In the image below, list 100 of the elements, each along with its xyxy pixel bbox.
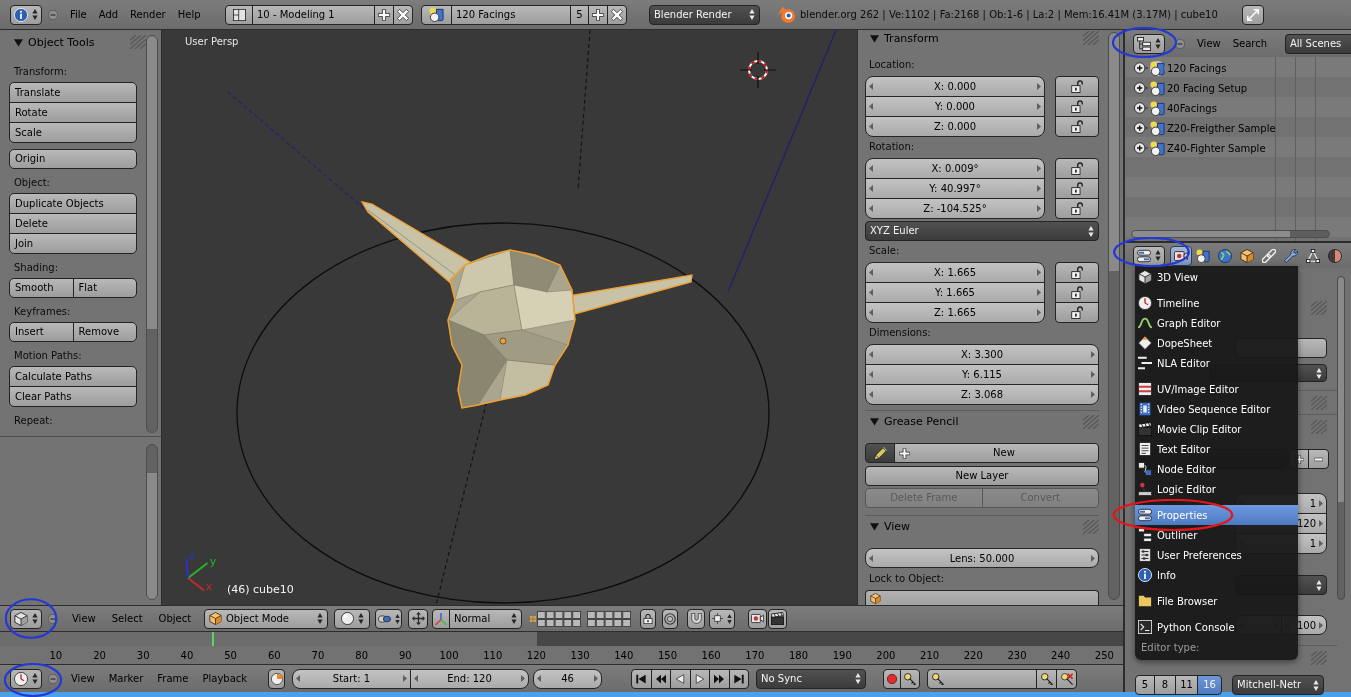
tool-button[interactable]: Insert — [9, 322, 74, 342]
render-engine-dropdown[interactable]: Blender Render — [649, 4, 760, 25]
scrollbar[interactable] — [146, 444, 158, 600]
draw-toggle[interactable] — [865, 443, 895, 463]
tool-button[interactable]: Rotate — [9, 102, 137, 123]
plus-circle-icon[interactable] — [1134, 81, 1148, 95]
outliner-row[interactable]: 40Facings — [1125, 98, 1221, 118]
editor-type-button[interactable] — [1133, 245, 1165, 266]
playback-button[interactable] — [709, 668, 730, 689]
manipulator-toggle[interactable] — [408, 608, 428, 629]
menu-item[interactable]: Frame — [150, 668, 196, 689]
tool-button[interactable]: Join — [9, 233, 137, 254]
plus-circle-icon[interactable] — [1134, 61, 1148, 75]
scrollbar[interactable] — [146, 35, 158, 433]
number-field[interactable]: X: 1.665 — [865, 262, 1045, 283]
menu-item[interactable]: Properties — [1135, 505, 1298, 525]
menu-item[interactable]: Logic Editor — [1135, 479, 1298, 499]
remove-preset-button[interactable] — [1308, 449, 1329, 469]
tool-button[interactable]: Clear Paths — [9, 386, 137, 407]
new-layer-button[interactable]: New Layer — [865, 466, 1099, 486]
lock-toggle[interactable] — [1055, 76, 1099, 97]
snap-target-dropdown[interactable] — [709, 608, 735, 629]
orientation-toggle[interactable] — [432, 608, 450, 629]
menu-item[interactable]: Playback — [195, 668, 255, 689]
menu-item[interactable]: Help — [171, 4, 207, 25]
scene-name-field[interactable]: 120 Facings — [451, 4, 571, 25]
menu-item[interactable]: Render — [124, 4, 172, 25]
menu-item[interactable]: Info — [1135, 565, 1298, 585]
scrollbar[interactable] — [1337, 276, 1345, 600]
pivot-dropdown[interactable] — [375, 608, 402, 629]
layer-toggle-grid[interactable] — [587, 610, 631, 627]
lock-camera-button[interactable] — [640, 608, 656, 629]
scrollbar[interactable] — [1108, 32, 1120, 600]
sample-count-button[interactable]: 8 — [1154, 675, 1176, 695]
menu-item[interactable]: DopeSheet — [1135, 333, 1298, 353]
record-button[interactable] — [883, 668, 901, 689]
playback-button[interactable] — [728, 668, 749, 689]
editor-type-button[interactable] — [10, 4, 42, 25]
screen-layout-field[interactable]: 10 - Modeling 1 — [252, 4, 375, 25]
menu-item[interactable]: File — [64, 4, 93, 25]
menu-item[interactable]: Video Sequence Editor — [1135, 399, 1298, 419]
number-field[interactable]: X: 0.009° — [865, 158, 1045, 179]
shading-dropdown[interactable] — [334, 608, 370, 629]
sync-dropdown[interactable]: No Sync — [756, 668, 866, 689]
number-field[interactable]: Z: 3.068 — [865, 384, 1099, 405]
tool-button[interactable]: Calculate Paths — [9, 366, 137, 387]
menu-item[interactable]: File Browser — [1135, 591, 1298, 611]
editor-type-button[interactable] — [1133, 33, 1165, 54]
object-field[interactable] — [865, 590, 1099, 605]
menu-item[interactable]: Add — [92, 4, 125, 25]
tool-button[interactable]: Origin — [9, 149, 137, 169]
add-layout-button[interactable] — [374, 4, 394, 25]
number-field[interactable]: Y: 1.665 — [865, 282, 1045, 303]
menu-item[interactable]: Node Editor — [1135, 459, 1298, 479]
menu-item[interactable]: NLA Editor — [1135, 353, 1298, 373]
keying-set-field[interactable] — [927, 668, 1037, 689]
plus-circle-icon[interactable] — [1134, 101, 1148, 115]
lens-field[interactable]: Lens: 50.000 — [865, 548, 1099, 568]
menu-item[interactable]: Select — [103, 608, 151, 629]
menu-item[interactable]: Object — [150, 608, 200, 629]
render-animation-button[interactable] — [768, 608, 787, 629]
scene-users-count[interactable]: 5 — [570, 4, 589, 25]
tool-button[interactable]: Scale — [9, 122, 137, 143]
mode-dropdown[interactable]: Object Mode — [204, 608, 328, 629]
keying-button[interactable] — [900, 668, 920, 689]
plus-circle-icon[interactable] — [1134, 121, 1148, 135]
horizontal-scrollbar[interactable] — [1131, 230, 1330, 238]
rotation-mode-dropdown[interactable]: XYZ Euler — [865, 221, 1099, 241]
playback-button[interactable] — [631, 668, 652, 689]
number-field[interactable]: Z: 0.000 — [865, 116, 1045, 137]
delete-keyframe-button[interactable] — [1056, 668, 1077, 689]
minus-circle-icon[interactable] — [48, 613, 58, 624]
menu-item[interactable]: Search — [1226, 33, 1274, 54]
number-field[interactable]: X: 0.000 — [865, 76, 1045, 97]
playback-button[interactable] — [670, 668, 691, 689]
proportional-edit-button[interactable] — [662, 608, 678, 629]
menu-item[interactable]: Marker — [101, 668, 151, 689]
lock-toggle[interactable] — [1055, 116, 1099, 137]
tool-button[interactable]: Remove — [72, 322, 137, 342]
lock-toggle[interactable] — [1055, 158, 1099, 179]
number-field[interactable]: X: 3.300 — [865, 344, 1099, 365]
number-field[interactable]: Y: 6.115 — [865, 364, 1099, 385]
delete-scene-button[interactable] — [607, 4, 627, 25]
number-field[interactable]: Y: 40.997° — [865, 178, 1045, 199]
timeline-track[interactable] — [0, 632, 1123, 646]
playhead[interactable] — [212, 632, 215, 646]
snap-toggle[interactable] — [687, 608, 705, 629]
outliner-row[interactable]: 120 Facings — [1125, 58, 1231, 78]
lock-toggle[interactable] — [1055, 178, 1099, 199]
minus-circle-icon[interactable] — [1175, 38, 1185, 49]
lock-toggle[interactable] — [1055, 198, 1099, 219]
delete-layout-button[interactable] — [393, 4, 413, 25]
menu-item[interactable]: 3D View — [1135, 267, 1298, 287]
add-scene-button[interactable] — [588, 4, 608, 25]
number-field[interactable]: Y: 0.000 — [865, 96, 1045, 117]
layout-selector-button[interactable] — [225, 4, 253, 25]
tool-button[interactable]: Duplicate Objects — [9, 193, 137, 214]
filter-dropdown[interactable]: Mitchell-Netr — [1232, 675, 1324, 695]
number-field[interactable]: Z: 1.665 — [865, 302, 1045, 323]
lock-toggle[interactable] — [1055, 282, 1099, 303]
